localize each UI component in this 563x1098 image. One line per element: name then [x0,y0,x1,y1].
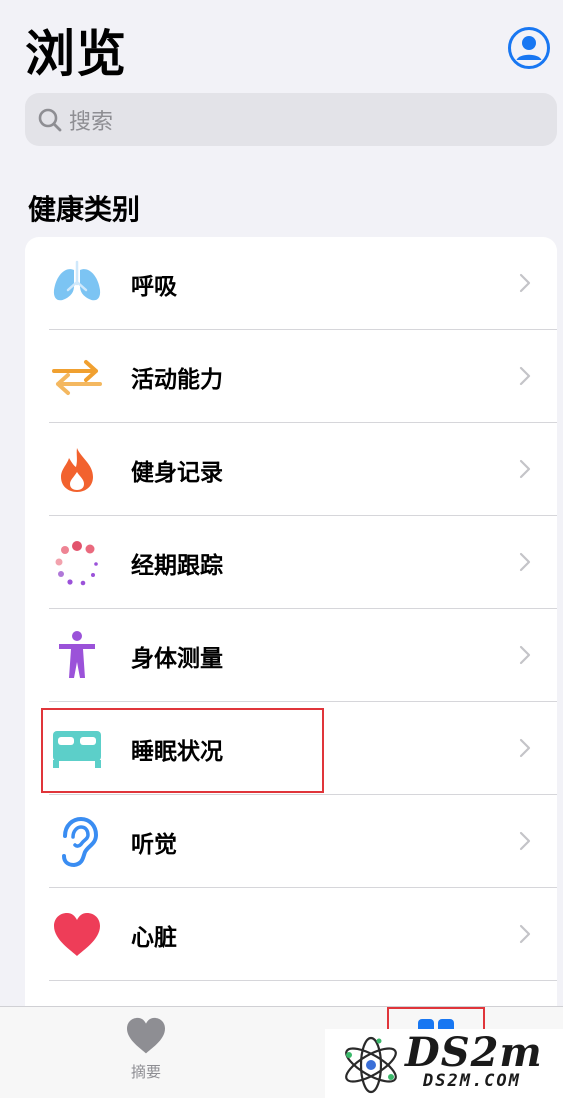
category-label: 健身记录 [131,460,223,486]
lungs-icon [51,258,103,310]
category-label: 经期跟踪 [131,553,223,579]
tab-summary[interactable]: 摘要 [118,1017,174,1087]
category-list: 呼吸 活动能力 健身记录 经期跟踪 身体测量 睡眠状况 听觉 心脏 [25,237,557,1037]
search-placeholder: 搜索 [69,109,114,135]
category-row-mobility[interactable]: 活动能力 [25,330,557,423]
chevron-right-icon [519,459,531,479]
category-row-cycle[interactable]: 经期跟踪 [25,516,557,609]
category-label: 身体测量 [131,646,223,672]
watermark-url: DS2M.COM [423,1071,521,1091]
chevron-right-icon [519,738,531,758]
sleep-highlight-box [41,708,324,793]
category-row-hearing[interactable]: 听觉 [25,795,557,888]
chevron-right-icon [519,366,531,386]
row-divider [49,980,557,981]
watermark: DS2m DS2M.COM [325,1029,563,1098]
category-row-heart[interactable]: 心脏 [25,888,557,981]
category-row-body-measurements[interactable]: 身体测量 [25,609,557,702]
chevron-right-icon [519,552,531,572]
arrows-exchange-icon [51,351,103,403]
category-row-activity[interactable]: 健身记录 [25,423,557,516]
browse-screen: 浏览 搜索 健康类别 呼吸 活动能力 健身记录 经期跟踪 身体测量 睡眠状况 听… [0,0,563,1098]
person-circle-icon [508,27,550,69]
heart-icon [51,909,103,961]
category-label: 活动能力 [131,367,223,393]
page-title: 浏览 [25,25,127,83]
category-label: 听觉 [131,832,177,858]
tab-summary-label: 摘要 [130,1063,161,1081]
chevron-right-icon [519,645,531,665]
search-icon [38,108,62,131]
chevron-right-icon [519,273,531,293]
category-label: 心脏 [131,925,177,951]
category-row-breathing[interactable]: 呼吸 [25,237,557,330]
atom-logo-icon [345,1036,397,1094]
flame-icon [51,444,103,496]
chevron-right-icon [519,831,531,851]
heart-icon [127,1017,165,1054]
search-field[interactable]: 搜索 [25,93,557,146]
watermark-text: DS2m [405,1029,543,1076]
category-label: 呼吸 [131,274,177,300]
chevron-right-icon [519,924,531,944]
figure-icon [51,630,103,682]
cycle-dots-icon [51,537,103,589]
ear-icon [51,816,103,868]
profile-button[interactable] [507,26,551,70]
section-title: 健康类别 [28,193,141,226]
